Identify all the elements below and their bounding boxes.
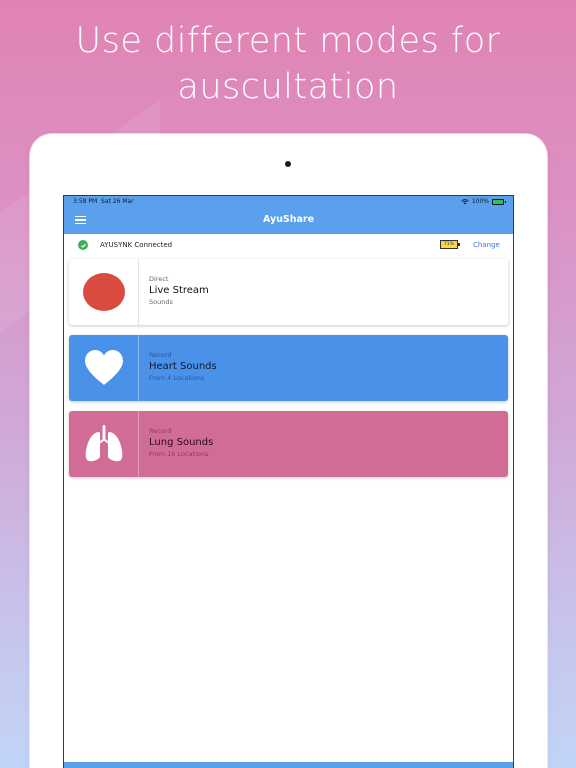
mode-title: Live Stream — [149, 285, 209, 296]
status-battery-text: 100% — [471, 198, 489, 205]
change-device-link[interactable]: Change — [473, 234, 500, 256]
card-divider — [138, 335, 139, 401]
mode-subtitle: Sounds — [149, 298, 173, 306]
mode-kicker: Record — [149, 427, 172, 435]
connection-status-text: AYUSYNK Connected — [100, 241, 173, 249]
mode-title: Lung Sounds — [149, 437, 214, 448]
mode-card-lung-sounds[interactable]: Record Lung Sounds From 16 Locations — [69, 411, 508, 477]
check-circle-icon — [78, 240, 88, 250]
device-battery-level: 71% — [443, 242, 454, 247]
wifi-icon — [461, 199, 469, 205]
lungs-icon — [85, 425, 122, 462]
mode-card-live-stream[interactable]: Direct Live Stream Sounds — [69, 259, 508, 325]
record-dot-icon — [82, 273, 125, 311]
app-screen: 3:58 PM Sat 26 Mar 100% AyuShare AYUSYNK… — [63, 195, 514, 768]
status-date: Sat 26 Mar — [101, 198, 134, 205]
mode-icon-box — [69, 411, 138, 477]
heart-icon — [84, 350, 123, 385]
mode-subtitle: From 16 Locations — [149, 450, 209, 458]
mode-card-text: Record Lung Sounds From 16 Locations — [149, 427, 213, 459]
device-battery-icon: 71% — [440, 240, 460, 249]
card-divider — [138, 411, 139, 477]
app-bar: 3:58 PM Sat 26 Mar 100% AyuShare — [64, 196, 513, 234]
mode-kicker: Direct — [149, 275, 169, 283]
mode-card-text: Record Heart Sounds From 4 Locations — [149, 351, 217, 383]
mode-kicker: Record — [149, 351, 172, 359]
status-time-date: 3:58 PM Sat 26 Mar — [73, 196, 134, 208]
mode-card-text: Direct Live Stream Sounds — [149, 275, 209, 307]
marketing-headline: Use different modes for auscultation — [0, 18, 576, 110]
bottom-tab-bar[interactable] — [64, 762, 513, 768]
status-bar: 3:58 PM Sat 26 Mar 100% — [64, 196, 513, 208]
mode-card-heart-sounds[interactable]: Record Heart Sounds From 4 Locations — [69, 335, 508, 401]
card-divider — [138, 259, 139, 325]
mode-icon-box — [69, 335, 138, 401]
battery-charging-icon — [492, 199, 506, 205]
mode-title: Heart Sounds — [149, 361, 217, 372]
app-title: AyuShare — [262, 214, 315, 225]
status-time: 3:58 PM — [73, 198, 98, 205]
status-right: 100% — [461, 196, 506, 208]
connection-row: AYUSYNK Connected 71% Change — [64, 234, 513, 256]
mode-subtitle: From 4 Locations — [149, 374, 205, 382]
camera-dot — [285, 161, 291, 167]
mode-icon-box — [69, 259, 138, 325]
headline-line-2: auscultation — [177, 67, 399, 107]
headline-line-1: Use different modes for — [75, 21, 501, 61]
